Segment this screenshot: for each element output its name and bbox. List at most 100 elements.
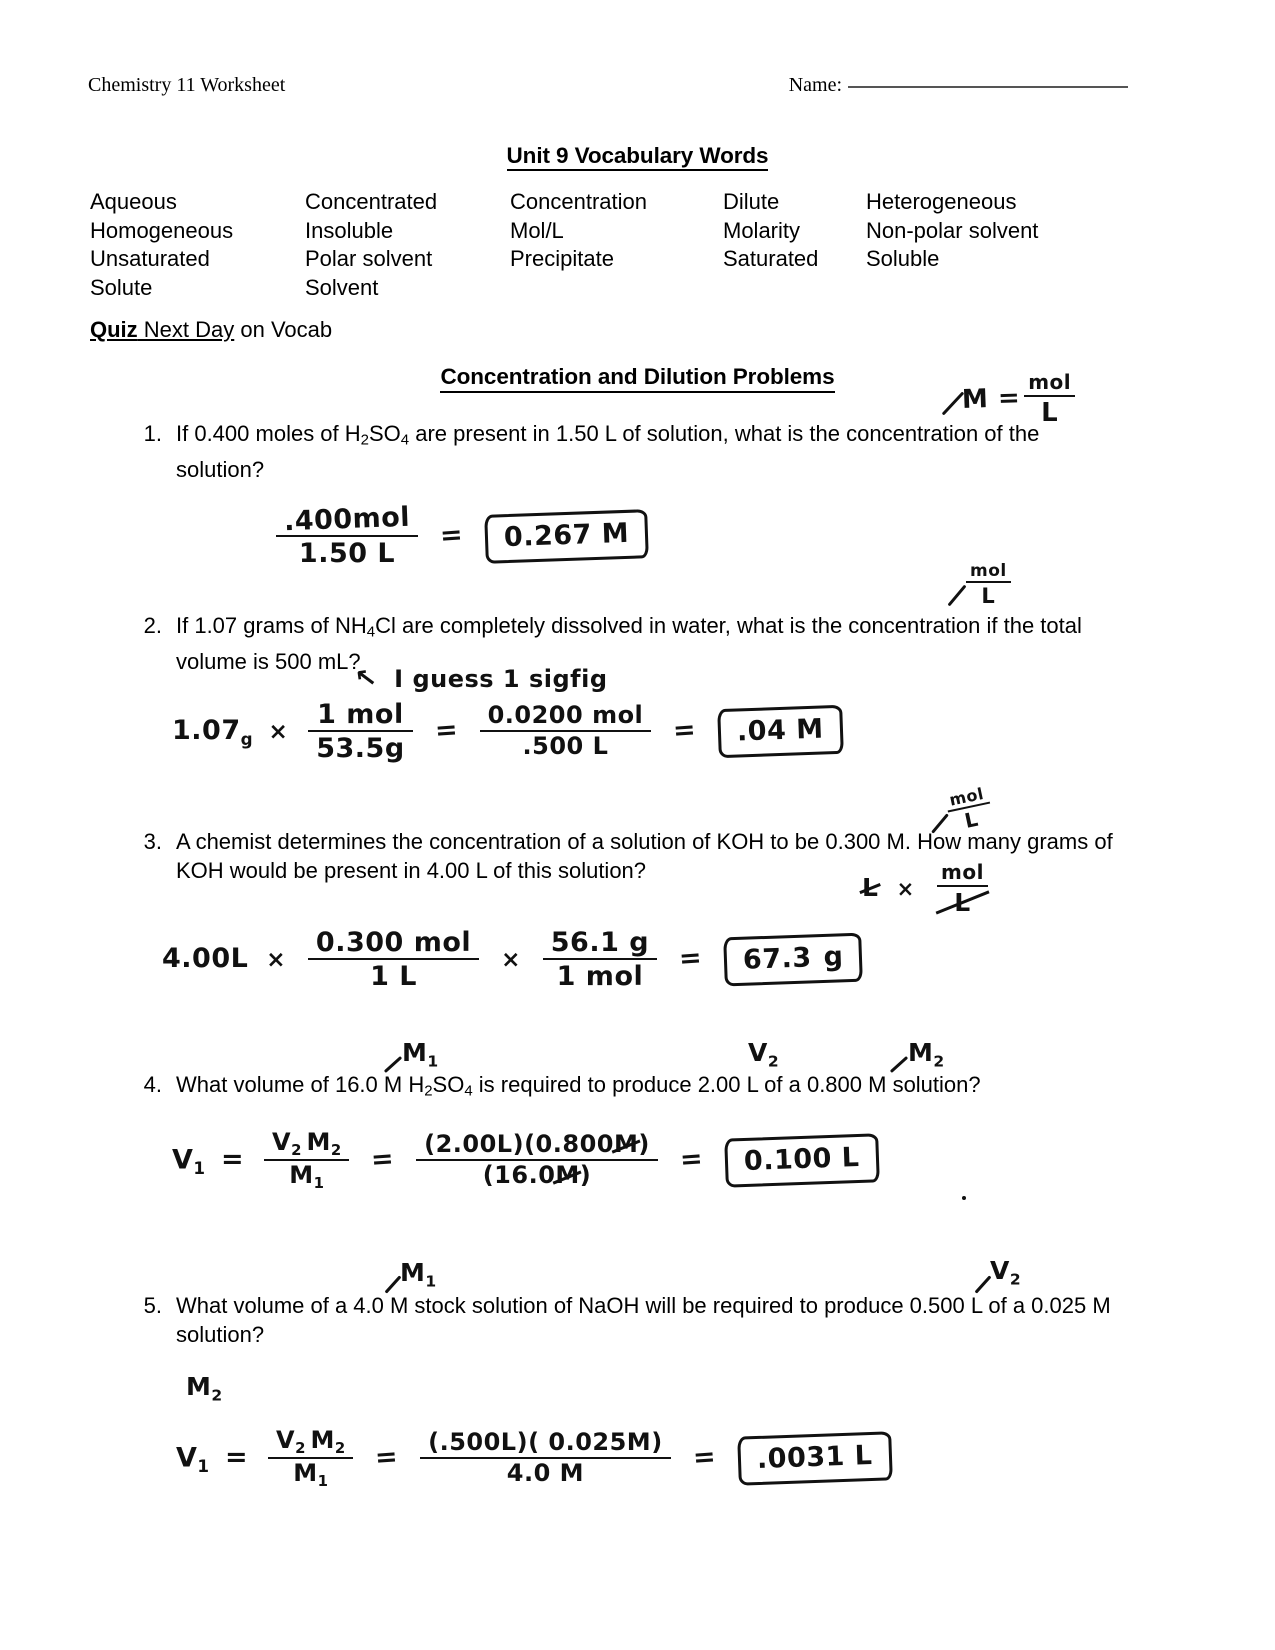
vocab-word: Soluble bbox=[866, 246, 940, 271]
q3-unit-times: × bbox=[896, 876, 915, 901]
q2-f2-numerator: 0.0200 mol bbox=[487, 701, 644, 730]
vocab-word: Concentration bbox=[510, 189, 647, 214]
q4-equals-1: = bbox=[370, 1143, 396, 1177]
q3-f1-denominator: 1 L bbox=[307, 958, 480, 991]
vocab-word: Saturated bbox=[723, 246, 819, 271]
q4-v1: V bbox=[172, 1144, 194, 1176]
subscript: 2 bbox=[360, 431, 369, 449]
subscript: 2 bbox=[424, 1082, 433, 1100]
q4-label-m1: M bbox=[402, 1038, 428, 1067]
handwritten-label-q5-m1: M1 bbox=[400, 1258, 436, 1290]
handwritten-label-q4-m2: M2 bbox=[908, 1038, 944, 1070]
quiz-note-bold: Quiz bbox=[90, 317, 138, 342]
q1-boxed-answer: 0.267 M bbox=[484, 509, 649, 564]
handwritten-label-q5-v2: V2 bbox=[990, 1256, 1021, 1288]
handwritten-work-q4: V1 = V2 M2 M1 = (2.00L)(0.800M) (16.0M) =… bbox=[172, 1129, 880, 1192]
name-label: Name: bbox=[788, 74, 842, 96]
vocab-word: Homogeneous bbox=[90, 217, 234, 243]
stray-pen-dot bbox=[962, 1196, 966, 1200]
sigfig-note-text: I guess 1 sigfig bbox=[394, 665, 608, 693]
q5-boxed-answer: .0031 L bbox=[736, 1431, 892, 1486]
q4-boxed-answer: 0.100 L bbox=[723, 1133, 880, 1188]
q4-label-v2: V bbox=[748, 1038, 768, 1067]
q2-equals-1: = bbox=[433, 714, 459, 747]
vocab-row: Unsaturated Polar solvent Precipitate Sa… bbox=[90, 245, 1100, 274]
question-1: 1. If 0.400 moles of H2SO4 are present i… bbox=[124, 419, 1114, 484]
q3-volume: 4.00L bbox=[162, 943, 249, 975]
q2-f1-numerator: 1 mol bbox=[317, 699, 404, 730]
q4-label-m2: M bbox=[908, 1038, 934, 1067]
q3-unit-denominator-cancelled: L bbox=[936, 884, 988, 916]
handwritten-unit-note-q2: mol L bbox=[962, 562, 1015, 608]
molarity-def-lhs: M = bbox=[961, 382, 1021, 415]
subscript: 4 bbox=[366, 623, 376, 641]
q3-boxed-answer: 67.3 g bbox=[723, 932, 864, 987]
q5-f2-denominator: 4.0 M bbox=[420, 1457, 671, 1487]
question-number: 1. bbox=[143, 421, 162, 446]
handwritten-work-q1: .400mol 1.50 L = 0.267 M bbox=[272, 502, 649, 568]
vocab-row: Aqueous Concentrated Concentration Dilut… bbox=[90, 188, 1100, 217]
q2-mass: 1.07 bbox=[172, 715, 241, 747]
question-text: What volume of a 4.0 M stock solution of… bbox=[176, 1293, 1111, 1347]
section-title: Concentration and Dilution Problems bbox=[0, 364, 1275, 393]
q3-answer-value: 67.3 bbox=[742, 942, 813, 976]
unit-note-q2-denominator: L bbox=[966, 581, 1011, 608]
page-header: Chemistry 11 Worksheet Name: bbox=[88, 74, 1128, 97]
q5-f1-numerator: V2 M2 bbox=[276, 1426, 346, 1458]
subscript: 4 bbox=[400, 431, 410, 449]
q5-f2-numerator: (.500L)( 0.025M) bbox=[428, 1428, 663, 1457]
question-number: 3. bbox=[143, 829, 162, 854]
question-number: 2. bbox=[143, 613, 162, 638]
vocab-word: Dilute bbox=[723, 189, 780, 214]
q5-label-v2: V bbox=[990, 1256, 1010, 1285]
quiz-note-plain: on Vocab bbox=[234, 317, 333, 342]
q5-equals-0: = bbox=[224, 1442, 249, 1474]
q4-v1-subscript: 1 bbox=[193, 1158, 206, 1179]
q3-answer-unit: g bbox=[823, 941, 844, 974]
q4-label-m2-subscript: 2 bbox=[933, 1052, 945, 1071]
vocab-word: Polar solvent bbox=[305, 246, 433, 271]
quiz-note-underlined: Next Day bbox=[137, 317, 235, 342]
question-text: What volume of 16.0 M H2SO4 is required … bbox=[176, 1072, 981, 1100]
question-number: 5. bbox=[143, 1293, 162, 1318]
q4-cancelled-unit: M bbox=[555, 1161, 580, 1190]
question-2: 2. If 1.07 grams of NH4Cl are completely… bbox=[124, 611, 1114, 676]
handwritten-sigfig-note-q2: ↖ I guess 1 sigfig bbox=[353, 662, 608, 696]
q3-f2-numerator: 56.1 g bbox=[550, 927, 650, 958]
q5-f1-denominator: M1 bbox=[268, 1457, 354, 1490]
handwritten-work-q3: 4.00L × 0.300 mol 1 L × 56.1 g 1 mol = 6… bbox=[162, 927, 864, 991]
vocab-word: Concentrated bbox=[305, 189, 438, 214]
handwritten-work-q5: V1 = V2 M2 M1 = (.500L)( 0.025M) 4.0 M = … bbox=[176, 1426, 892, 1490]
vocab-word: Mol/L bbox=[510, 217, 564, 243]
vocab-word: Heterogeneous bbox=[866, 189, 1017, 214]
subscript: 4 bbox=[464, 1082, 473, 1100]
name-field-group: Name: bbox=[789, 74, 1128, 97]
question-text: If 1.07 grams of NH4Cl are completely di… bbox=[176, 613, 1082, 674]
q4-label-v2-subscript: 2 bbox=[767, 1052, 779, 1071]
vocab-word: Unsaturated bbox=[90, 246, 210, 271]
sigfig-note-arrow-icon: ↖ bbox=[353, 662, 380, 696]
name-blank-line[interactable] bbox=[848, 85, 1128, 88]
quiz-note: Quiz Next Day on Vocab bbox=[90, 317, 332, 343]
handwritten-unit-reasoning-q3: L × mol L bbox=[862, 861, 992, 916]
q4-label-m1-subscript: 1 bbox=[427, 1052, 439, 1071]
vocab-word: Solute bbox=[90, 274, 153, 300]
q5-v1: V bbox=[176, 1442, 198, 1474]
q1-denominator: 1.50 L bbox=[276, 535, 419, 568]
q2-boxed-answer: .04 M bbox=[717, 704, 844, 759]
q3-f1-numerator: 0.300 mol bbox=[315, 927, 472, 958]
q3-liters-cancelled: L bbox=[862, 872, 879, 902]
handwritten-work-q2: 1.07g × 1 mol 53.5g = 0.0200 mol .500 L … bbox=[172, 699, 844, 763]
handwritten-label-q5-m2: M2 bbox=[186, 1372, 222, 1404]
vocab-word: Solvent bbox=[305, 274, 379, 300]
q2-mass-unit: g bbox=[240, 729, 253, 749]
course-label: Chemistry 11 Worksheet bbox=[88, 74, 286, 96]
q5-equals-1: = bbox=[374, 1441, 400, 1475]
q5-label-m2: M bbox=[186, 1372, 212, 1401]
q2-equals-2: = bbox=[672, 714, 698, 747]
q2-f2-denominator: .500 L bbox=[479, 730, 652, 760]
q3-equals: = bbox=[677, 942, 704, 975]
q3-times-2: × bbox=[501, 947, 521, 974]
q3-f2-denominator: 1 mol bbox=[542, 958, 658, 991]
q5-label-v2-subscript: 2 bbox=[1009, 1270, 1021, 1289]
